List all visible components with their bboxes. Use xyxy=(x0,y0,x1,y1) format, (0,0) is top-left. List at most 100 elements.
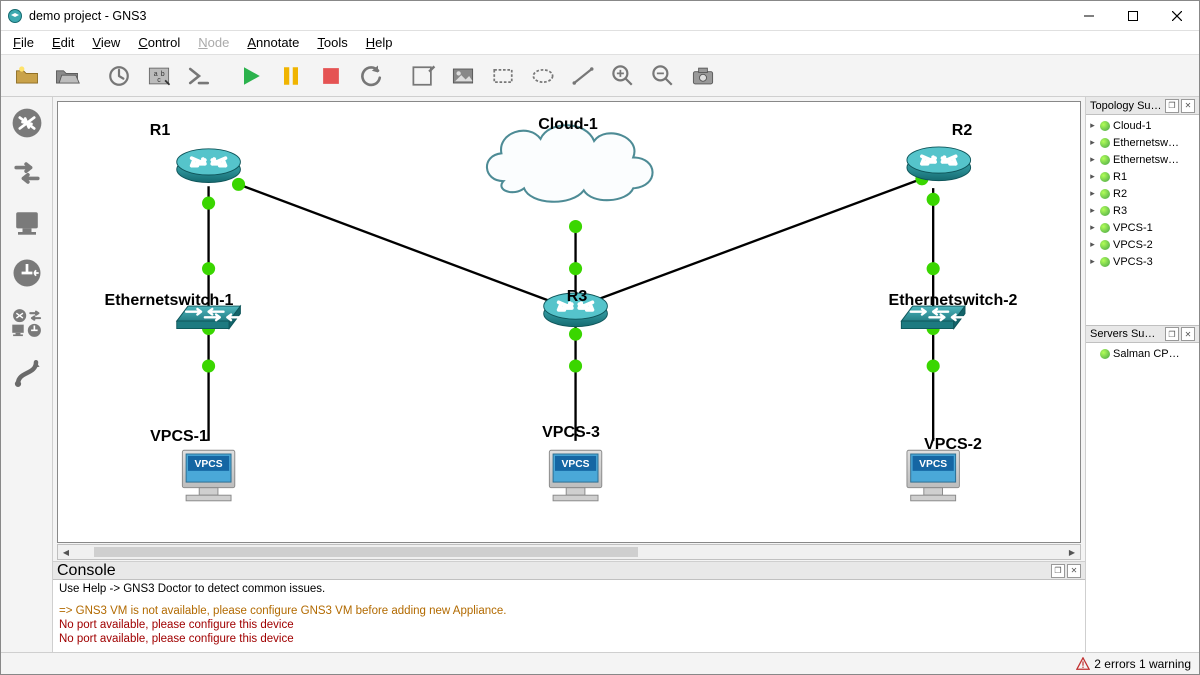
insert-image-button[interactable] xyxy=(443,58,483,94)
menu-file[interactable]: File xyxy=(5,33,42,52)
menu-view[interactable]: View xyxy=(84,33,128,52)
label-vpcs3[interactable]: VPCS-3 xyxy=(542,424,600,442)
devicebar xyxy=(1,97,53,652)
horizontal-scrollbar[interactable]: ◀ ▶ xyxy=(57,544,1081,560)
status-text[interactable]: 2 errors 1 warning xyxy=(1094,657,1191,671)
zoom-in-button[interactable] xyxy=(603,58,643,94)
topology-close-button[interactable]: ✕ xyxy=(1181,99,1195,113)
label-vpcs1[interactable]: VPCS-1 xyxy=(150,428,208,446)
servers-summary-title: Servers Summ… xyxy=(1090,328,1163,340)
status-dot-icon xyxy=(1100,189,1110,199)
status-dot-icon xyxy=(1100,155,1110,165)
console-panel: Console ❐ ✕ Use Help -> GNS3 Doctor to d… xyxy=(53,561,1085,652)
status-dot-icon xyxy=(1100,223,1110,233)
canvas-area[interactable]: VPCS VPCS VPCS R1 Cloud-1 R2 R3 Ethernet… xyxy=(53,97,1085,561)
topology-undock-button[interactable]: ❐ xyxy=(1165,99,1179,113)
security-devices-category-button[interactable] xyxy=(5,251,49,295)
topology-tree[interactable]: ▸Cloud-1 ▸Ethernetsw… ▸Ethernetsw… ▸R1 ▸… xyxy=(1086,115,1199,325)
node-vpcs-3[interactable]: VPCS xyxy=(549,450,601,501)
tree-item[interactable]: Salman CP… xyxy=(1088,345,1197,362)
window-maximize-button[interactable] xyxy=(1111,1,1155,30)
pause-button[interactable] xyxy=(271,58,311,94)
stop-button[interactable] xyxy=(311,58,351,94)
menu-tools[interactable]: Tools xyxy=(309,33,355,52)
snapshot-button[interactable] xyxy=(99,58,139,94)
label-es2[interactable]: Ethernetswitch-2 xyxy=(889,292,1018,310)
svg-text:b: b xyxy=(161,71,165,78)
annotation-text-button[interactable] xyxy=(403,58,443,94)
menu-control[interactable]: Control xyxy=(130,33,188,52)
draw-rect-button[interactable] xyxy=(483,58,523,94)
titlebar: demo project - GNS3 xyxy=(1,1,1199,31)
menu-annotate[interactable]: Annotate xyxy=(239,33,307,52)
status-dot-icon xyxy=(1100,349,1110,359)
show-labels-button[interactable]: abc xyxy=(139,58,179,94)
svg-text:VPCS: VPCS xyxy=(195,459,223,470)
svg-text:VPCS: VPCS xyxy=(562,459,590,470)
tree-item[interactable]: ▸R3 xyxy=(1088,202,1197,219)
end-devices-category-button[interactable] xyxy=(5,201,49,245)
scroll-right-arrow[interactable]: ▶ xyxy=(1064,545,1080,559)
status-dot-icon xyxy=(1100,138,1110,148)
servers-close-button[interactable]: ✕ xyxy=(1181,327,1195,341)
servers-undock-button[interactable]: ❐ xyxy=(1165,327,1179,341)
scroll-left-arrow[interactable]: ◀ xyxy=(58,545,74,559)
svg-text:VPCS: VPCS xyxy=(919,459,947,470)
app-window: demo project - GNS3 File Edit View Contr… xyxy=(0,0,1200,675)
tree-item[interactable]: ▸R1 xyxy=(1088,168,1197,185)
node-r2[interactable] xyxy=(907,147,971,181)
tree-item[interactable]: ▸Cloud-1 xyxy=(1088,117,1197,134)
console-all-button[interactable] xyxy=(179,58,219,94)
menu-node: Node xyxy=(190,33,237,52)
topology-svg: VPCS VPCS VPCS xyxy=(58,102,1080,542)
node-r1[interactable] xyxy=(177,149,241,183)
tree-item[interactable]: ▸VPCS-3 xyxy=(1088,253,1197,270)
status-dot-icon xyxy=(1100,240,1110,250)
node-cloud-1[interactable] xyxy=(487,125,653,202)
switches-category-button[interactable] xyxy=(5,151,49,195)
topology-canvas[interactable]: VPCS VPCS VPCS R1 Cloud-1 R2 R3 Ethernet… xyxy=(57,101,1081,543)
servers-tree[interactable]: Salman CP… xyxy=(1086,343,1199,652)
routers-category-button[interactable] xyxy=(5,101,49,145)
topology-summary-title: Topology Summ… xyxy=(1090,100,1163,112)
node-vpcs-2[interactable]: VPCS xyxy=(907,450,959,501)
node-vpcs-1[interactable]: VPCS xyxy=(182,450,234,501)
tree-item[interactable]: ▸VPCS-2 xyxy=(1088,236,1197,253)
label-vpcs2[interactable]: VPCS-2 xyxy=(924,436,982,454)
window-close-button[interactable] xyxy=(1155,1,1199,30)
window-title: demo project - GNS3 xyxy=(29,9,1067,23)
tree-item[interactable]: ▸Ethernetsw… xyxy=(1088,151,1197,168)
menu-edit[interactable]: Edit xyxy=(44,33,82,52)
console-output[interactable]: Use Help -> GNS3 Doctor to detect common… xyxy=(53,580,1085,652)
add-link-button[interactable] xyxy=(5,351,49,395)
reload-button[interactable] xyxy=(351,58,391,94)
label-es1[interactable]: Ethernetswitch-1 xyxy=(105,292,234,310)
screenshot-button[interactable] xyxy=(683,58,723,94)
draw-line-button[interactable] xyxy=(563,58,603,94)
tree-item[interactable]: ▸VPCS-1 xyxy=(1088,219,1197,236)
tree-item[interactable]: ▸Ethernetsw… xyxy=(1088,134,1197,151)
tree-item[interactable]: ▸R2 xyxy=(1088,185,1197,202)
status-dot-icon xyxy=(1100,257,1110,267)
new-project-button[interactable] xyxy=(7,58,47,94)
draw-ellipse-button[interactable] xyxy=(523,58,563,94)
label-r2[interactable]: R2 xyxy=(952,122,972,140)
console-close-button[interactable]: ✕ xyxy=(1067,564,1081,578)
app-icon xyxy=(7,8,23,24)
zoom-out-button[interactable] xyxy=(643,58,683,94)
all-devices-category-button[interactable] xyxy=(5,301,49,345)
open-project-button[interactable] xyxy=(47,58,87,94)
label-r3[interactable]: R3 xyxy=(567,288,587,306)
label-cloud1[interactable]: Cloud-1 xyxy=(538,116,598,134)
menu-help[interactable]: Help xyxy=(358,33,401,52)
statusbar: 2 errors 1 warning xyxy=(1,652,1199,674)
toolbar: abc xyxy=(1,55,1199,97)
status-dot-icon xyxy=(1100,172,1110,182)
console-undock-button[interactable]: ❐ xyxy=(1051,564,1065,578)
label-r1[interactable]: R1 xyxy=(150,122,170,140)
svg-text:c: c xyxy=(157,77,161,84)
start-button[interactable] xyxy=(231,58,271,94)
right-panel: Topology Summ… ❐ ✕ ▸Cloud-1 ▸Ethernetsw…… xyxy=(1085,97,1199,652)
status-dot-icon xyxy=(1100,206,1110,216)
window-minimize-button[interactable] xyxy=(1067,1,1111,30)
